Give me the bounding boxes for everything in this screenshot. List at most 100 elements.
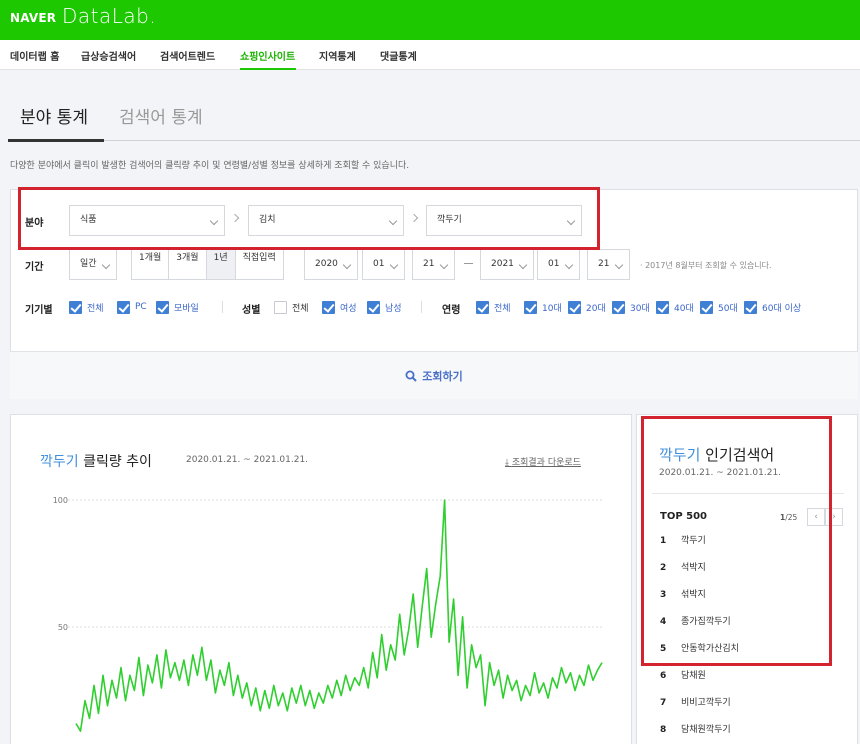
end-month-select[interactable]: 01 [537,249,580,280]
device-mobile-checkbox[interactable]: 모바일 [156,300,199,314]
period-3month-button[interactable]: 3개월 [169,250,207,279]
age-40s-checkbox[interactable]: 40대 [656,300,694,314]
date-range-note: · 2017년 8월부터 조회할 수 있습니다. [640,261,772,270]
rank-number: 4 [660,617,667,627]
checkbox-checked-icon [322,300,335,314]
naver-logo[interactable]: NAVER [10,11,56,25]
ranking-item[interactable]: 2 석박지 [660,560,706,574]
prev-page-button[interactable]: ‹ [807,508,825,526]
checkbox-checked-icon [700,300,713,314]
ranking-item[interactable]: 7 비비고깍두기 [660,695,731,709]
age-50s-label: 50대 [718,303,738,314]
category-select-1-value: 식품 [80,215,97,225]
start-day-select[interactable]: 21 [412,249,455,280]
ranking-item[interactable]: 8 담채원깍두기 [660,722,731,736]
gender-female-checkbox[interactable]: 여성 [322,300,357,314]
age-10s-checkbox[interactable]: 10대 [524,300,562,314]
period-custom-button[interactable]: 직접입력 [236,250,283,279]
rank-number: 1 [660,536,667,546]
rank-keyword: 담채원 [681,671,706,681]
category-select-2-value: 김치 [259,215,276,225]
end-day-select[interactable]: 21 [587,249,630,280]
rank-keyword: 석박지 [681,563,706,573]
start-month-value: 01 [373,259,385,269]
age-label: 연령 [442,305,461,316]
chart-title-keyword: 깍두기 [40,454,79,470]
rank-keyword: 담채원깍두기 [681,725,731,735]
search-icon [405,370,417,382]
category-select-2[interactable]: 김치 [248,205,404,236]
search-button-label: 조회하기 [422,370,463,383]
device-label: 기기별 [25,305,53,316]
period-1year-button[interactable]: 1년 [206,250,236,279]
checkbox-checked-icon [744,300,757,314]
ranking-item[interactable]: 3 섞박지 [660,587,706,601]
end-year-select[interactable]: 2021 [480,249,534,280]
age-all-checkbox[interactable]: 전체 [476,300,511,314]
rank-keyword: 안동학가산김치 [681,644,739,654]
period-1month-button[interactable]: 1개월 [132,250,170,279]
click-trend-line [75,499,603,732]
gender-all-checkbox[interactable]: 전체 [274,300,309,314]
tab-keyword-stats[interactable]: 검색어 통계 [119,103,203,128]
ranking-item[interactable]: 6 담채원 [660,668,706,682]
date-range-dash [464,263,473,264]
gender-male-checkbox[interactable]: 남성 [367,300,402,314]
category-select-3[interactable]: 깍두기 [426,205,582,236]
age-50s-checkbox[interactable]: 50대 [700,300,738,314]
age-40s-label: 40대 [674,303,694,314]
rank-keyword: 섞박지 [681,590,706,600]
gender-all-label: 전체 [292,303,309,314]
device-pc-label: PC [135,302,147,312]
category-select-3-value: 깍두기 [437,215,462,225]
rank-number: 3 [660,590,667,600]
start-year-select[interactable]: 2020 [304,249,358,280]
download-results-link[interactable]: ⤓ 조회결과 다운로드 [505,455,581,468]
chevron-down-icon [564,260,574,270]
age-10s-label: 10대 [542,303,562,314]
category-select-1[interactable]: 식품 [69,205,225,236]
chevron-down-icon [209,216,219,226]
search-button[interactable]: 조회하기 [10,352,858,400]
ranking-period: 2020.01.21. ~ 2021.01.21. [659,468,782,478]
period-label: 기간 [25,262,44,273]
device-all-checkbox[interactable]: 전체 [69,300,104,314]
start-day-value: 21 [423,259,435,269]
age-60plus-checkbox[interactable]: 60대 이상 [744,300,801,314]
ranking-item[interactable]: 4 종가집깍두기 [660,614,731,628]
checkbox-checked-icon [367,300,380,314]
chart-title: 깍두기 클릭량 추이 [40,451,152,471]
rank-number: 2 [660,563,667,573]
nav-item-region-stats[interactable]: 지역통계 [319,48,356,63]
gender-female-label: 여성 [340,303,357,314]
period-unit-select[interactable]: 일간 [69,249,117,280]
tab-category-stats[interactable]: 분야 통계 [20,103,88,128]
page-indicator: 1/25 [780,513,797,522]
ranking-item[interactable]: 5 안동학가산김치 [660,641,739,655]
ranking-item[interactable]: 1 깍두기 [660,533,706,547]
chevron-down-icon [614,260,624,270]
next-page-button[interactable]: › [825,508,843,526]
chart-period: 2020.01.21. ~ 2021.01.21. [186,455,309,465]
page-total: /25 [785,513,798,522]
end-month-value: 01 [548,259,560,269]
age-30s-checkbox[interactable]: 30대 [612,300,650,314]
chevron-down-icon [342,260,352,270]
click-trend-chart: 50 100 [53,496,603,732]
start-month-select[interactable]: 01 [362,249,405,280]
nav-item-comment-stats[interactable]: 댓글통계 [380,48,417,63]
ranking-title-keyword: 깍두기 [659,446,701,464]
nav-item-trending[interactable]: 급상승검색어 [81,48,136,63]
chevron-down-icon [439,260,449,270]
filter-divider [222,301,223,313]
nav-item-home[interactable]: 데이터랩 홈 [10,48,59,63]
gender-male-label: 남성 [385,303,402,314]
datalab-logo[interactable]: DataLab. [62,4,156,28]
checkbox-checked-icon [656,300,669,314]
nav-item-search-trend[interactable]: 검색어트렌드 [160,48,215,63]
device-pc-checkbox[interactable]: PC [117,300,147,314]
nav-item-shopping-insight[interactable]: 쇼핑인사이트 [240,48,295,63]
age-20s-checkbox[interactable]: 20대 [568,300,606,314]
search-bar-footer: 조회하기 [10,351,858,399]
top-label: TOP 500 [660,511,708,522]
